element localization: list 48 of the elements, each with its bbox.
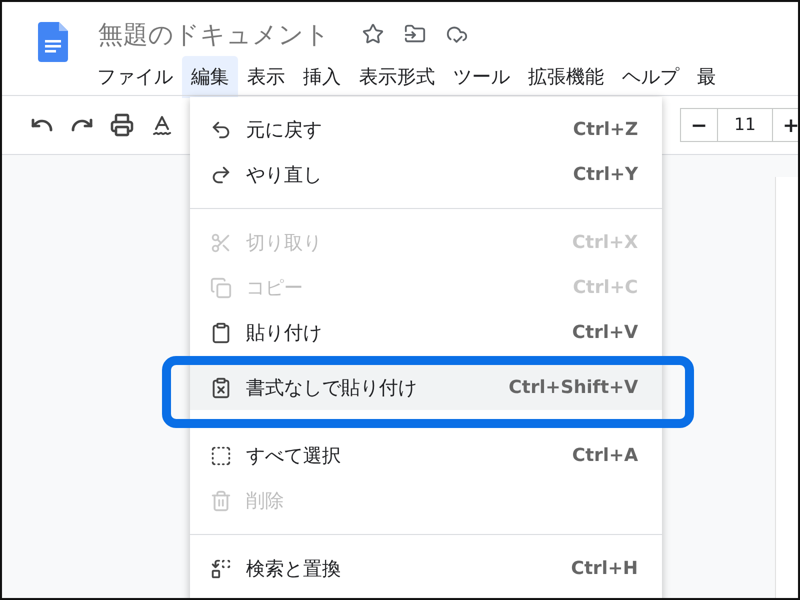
- scissors-icon: [210, 232, 232, 254]
- star-icon[interactable]: [362, 23, 384, 45]
- folder-move-icon[interactable]: [404, 23, 426, 45]
- menu-item-label: やり直し: [246, 162, 323, 188]
- spellcheck-icon[interactable]: [150, 113, 174, 137]
- font-size-field[interactable]: 11: [718, 108, 772, 142]
- menu-bar-item[interactable]: ヘルプ: [613, 56, 688, 98]
- clipboard-x-icon: [210, 376, 232, 398]
- menu-bar-item[interactable]: ツール: [444, 56, 519, 98]
- shortcut-text: Ctrl+V: [572, 322, 638, 343]
- document-title[interactable]: 無題のドキュメント: [98, 18, 330, 50]
- decrease-font-size-button[interactable]: −: [680, 108, 718, 142]
- select-all-icon: [210, 444, 232, 466]
- trash-icon: [210, 490, 232, 512]
- printer-icon[interactable]: [110, 113, 134, 137]
- menu-bar-item[interactable]: ファイル: [88, 56, 182, 98]
- undo-icon: [210, 118, 232, 140]
- shortcut-text: Ctrl+Shift+V: [508, 377, 638, 398]
- menu-bar-item[interactable]: 挿入: [294, 56, 350, 98]
- menu-item-label: 切り取り: [246, 230, 323, 256]
- menu-bar-item[interactable]: 編集: [182, 56, 238, 98]
- copy-icon: [210, 276, 232, 298]
- menu-item-label: すべて選択: [246, 444, 342, 468]
- menu-item[interactable]: 貼り付け Ctrl+V: [190, 310, 662, 355]
- menu-bar-item[interactable]: 表示形式: [350, 56, 444, 98]
- menu-item[interactable]: 元に戻す Ctrl+Z: [190, 107, 662, 152]
- find-replace-icon: [210, 558, 232, 580]
- menu-item[interactable]: やり直し Ctrl+Y: [190, 152, 662, 197]
- menu-item-label: 貼り付け: [246, 320, 323, 346]
- clipboard-icon: [210, 322, 232, 344]
- menu-item-label: コピー: [246, 276, 304, 300]
- shortcut-text: Ctrl+H: [570, 558, 638, 579]
- menu-item-label: 削除: [246, 488, 285, 514]
- menu-item-label: 元に戻す: [246, 118, 323, 142]
- menu-item-label: 検索と置換: [246, 556, 342, 582]
- menu-item-label: 書式なしで貼り付け: [246, 376, 418, 400]
- docs-logo-icon[interactable]: [38, 22, 68, 62]
- menu-item[interactable]: 検索と置換 Ctrl+H: [190, 546, 662, 591]
- shortcut-text: Ctrl+Y: [573, 164, 638, 185]
- shortcut-text: Ctrl+A: [572, 445, 638, 466]
- menu-item[interactable]: すべて選択 Ctrl+A: [190, 433, 662, 478]
- menu-bar-item[interactable]: 最: [688, 56, 725, 98]
- increase-font-size-button[interactable]: +: [772, 108, 798, 142]
- shortcut-text: Ctrl+Z: [573, 119, 638, 140]
- redo-icon: [210, 164, 232, 186]
- menu-item[interactable]: 書式なしで貼り付け Ctrl+Shift+V: [190, 365, 662, 410]
- menu-bar-item[interactable]: 表示: [238, 56, 294, 98]
- menu-bar-item[interactable]: 拡張機能: [519, 56, 613, 98]
